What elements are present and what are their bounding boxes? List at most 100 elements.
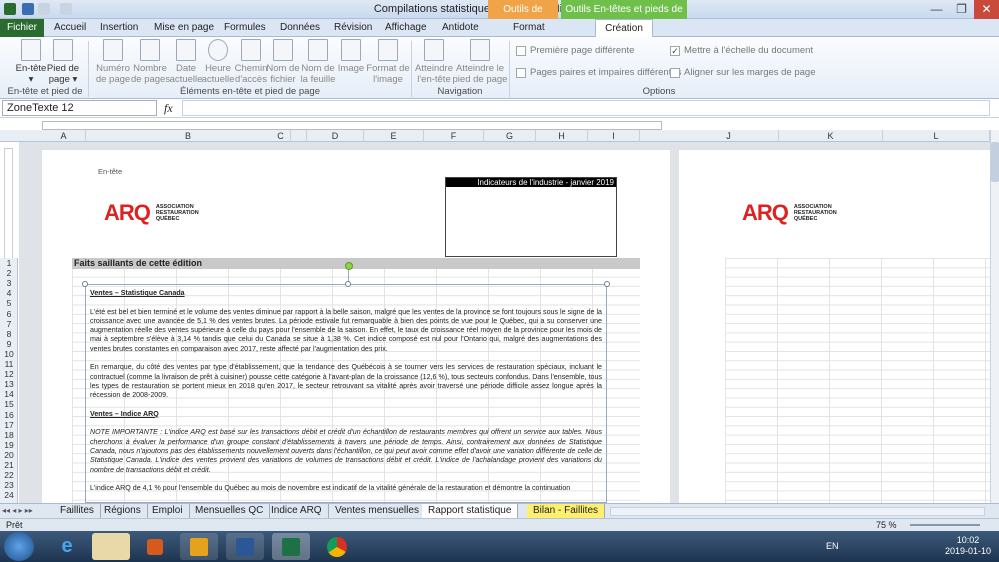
tab-data[interactable]: Données [272, 19, 328, 37]
text-box[interactable]: Ventes – Statistique Canada L'été est be… [85, 284, 607, 503]
media-player-icon[interactable] [136, 533, 174, 560]
ie-icon[interactable]: e [48, 533, 86, 560]
resize-handle[interactable] [604, 281, 610, 287]
rotate-handle[interactable] [345, 262, 353, 270]
horizontal-scrollbar[interactable] [610, 507, 985, 516]
maximize-icon[interactable]: ❐ [949, 0, 974, 19]
fx-icon[interactable]: fx [164, 101, 173, 116]
row-header[interactable]: 24 [0, 491, 18, 500]
zoom-slider[interactable] [910, 524, 980, 526]
row-header[interactable]: 12 [0, 369, 18, 379]
checkbox-first-page[interactable] [516, 45, 526, 56]
tab-nav-arrows[interactable]: ◂◂ ◂ ▸ ▸▸ [2, 506, 33, 515]
tab-format[interactable]: Format [505, 19, 553, 37]
column-header[interactable]: J [679, 130, 779, 142]
start-button[interactable] [4, 532, 34, 561]
row-header[interactable]: 4 [0, 289, 18, 298]
page-number-button[interactable]: Numéro de page [94, 39, 132, 85]
tab-page-layout[interactable]: Mise en page [146, 19, 222, 37]
word-icon[interactable] [226, 533, 264, 560]
sheet-name-button[interactable]: Nom de la feuille [299, 39, 337, 85]
close-icon[interactable]: ✕ [974, 0, 999, 19]
row-header[interactable]: 23 [0, 481, 18, 490]
row-header[interactable]: 3 [0, 279, 18, 288]
sheet-tab[interactable]: Mensuelles QC [189, 504, 271, 519]
footer-button[interactable]: Pied de page ▾ [44, 39, 82, 85]
tab-design[interactable]: Création [595, 19, 653, 38]
tab-review[interactable]: Révision [326, 19, 380, 37]
minimize-icon[interactable]: — [924, 0, 949, 19]
tab-formulas[interactable]: Formules [216, 19, 274, 37]
row-header[interactable]: 15 [0, 400, 18, 409]
row-header[interactable]: 5 [0, 299, 18, 308]
row-header[interactable]: 18 [0, 430, 18, 440]
page-count-button[interactable]: Nombre de pages [131, 39, 170, 85]
row-header[interactable]: 6 [0, 309, 18, 319]
sheet-tab[interactable]: Régions [98, 504, 148, 519]
go-to-header-button[interactable]: Atteindre l'en-tête [414, 39, 454, 85]
scroll-thumb[interactable] [991, 142, 999, 182]
column-header[interactable]: L [883, 130, 990, 142]
tab-file[interactable]: Fichier [0, 19, 44, 37]
option-align-margins[interactable]: Aligner sur les marges de page [670, 67, 816, 78]
row-header[interactable]: 14 [0, 390, 18, 399]
column-header[interactable]: F [424, 130, 484, 142]
option-scale-with-document[interactable]: ✓ Mettre à l'échelle du document [670, 45, 813, 56]
vertical-scrollbar[interactable] [990, 130, 999, 503]
go-to-footer-button[interactable]: Atteindre le pied de page [452, 39, 508, 85]
checkbox-odd-even[interactable] [516, 67, 526, 78]
row-header[interactable]: 19 [0, 440, 18, 450]
cell-grid[interactable] [725, 258, 990, 503]
row-header[interactable]: 21 [0, 460, 18, 470]
header-right-section[interactable]: Indicateurs de l'industrie - janvier 201… [445, 177, 617, 257]
row-header[interactable]: 1 [0, 258, 18, 268]
sheet-tab[interactable]: Ventes mensuelles [329, 504, 426, 519]
sheet-tab[interactable]: Bilan - Faillites [527, 504, 606, 519]
column-header[interactable]: H [536, 130, 588, 142]
row-header[interactable]: 20 [0, 450, 18, 460]
sheet-tab[interactable]: Emploi [146, 504, 190, 519]
language-indicator[interactable]: EN [826, 541, 839, 551]
row-header[interactable]: 13 [0, 380, 18, 389]
row-header[interactable]: 7 [0, 319, 18, 329]
sheet-tab[interactable]: Indice ARQ [265, 504, 329, 519]
row-header[interactable]: 2 [0, 268, 18, 278]
sheet-tab[interactable]: Faillites [54, 504, 101, 519]
tab-view[interactable]: Affichage [377, 19, 435, 37]
resize-handle[interactable] [345, 281, 351, 287]
row-header[interactable]: 16 [0, 410, 18, 420]
tab-home[interactable]: Accueil [46, 19, 94, 37]
resize-handle[interactable] [82, 281, 88, 287]
explorer-icon[interactable] [92, 533, 130, 560]
row-header[interactable]: 9 [0, 339, 18, 349]
tab-antidote[interactable]: Antidote [434, 19, 487, 37]
row-header[interactable]: 10 [0, 349, 18, 359]
zoom-level[interactable]: 75 % [876, 519, 897, 531]
row-header[interactable]: 17 [0, 420, 18, 430]
column-header[interactable]: D [307, 130, 364, 142]
column-header[interactable]: G [484, 130, 536, 142]
column-header[interactable]: C [255, 130, 307, 142]
column-header[interactable]: K [779, 130, 883, 142]
file-name-button[interactable]: Nom de fichier [265, 39, 301, 85]
file-path-button[interactable]: Chemin d'accès [233, 39, 269, 85]
current-time-button[interactable]: Heure actuelle [200, 39, 236, 85]
checkbox-scale-with-document[interactable]: ✓ [670, 45, 680, 56]
picture-button[interactable]: Image [335, 39, 367, 74]
column-header[interactable]: E [364, 130, 424, 142]
column-header[interactable]: A [42, 130, 86, 142]
formula-input[interactable] [182, 100, 990, 116]
option-first-page[interactable]: Première page différente [516, 45, 634, 56]
sheet-tab-active[interactable]: Rapport statistique [422, 504, 519, 519]
excel-taskbar-icon[interactable] [272, 533, 310, 560]
option-odd-even[interactable]: Pages paires et impaires différentes [516, 67, 681, 78]
row-header[interactable]: 22 [0, 470, 18, 480]
outlook-icon[interactable] [180, 533, 218, 560]
tab-insert[interactable]: Insertion [92, 19, 146, 37]
clock[interactable]: 10:02 2019-01-10 [945, 535, 991, 557]
chrome-icon[interactable] [318, 533, 356, 560]
row-header[interactable]: 11 [0, 359, 18, 369]
row-header[interactable]: 8 [0, 329, 18, 339]
name-box[interactable]: ZoneTexte 12 [2, 100, 157, 116]
column-header[interactable]: I [588, 130, 640, 142]
